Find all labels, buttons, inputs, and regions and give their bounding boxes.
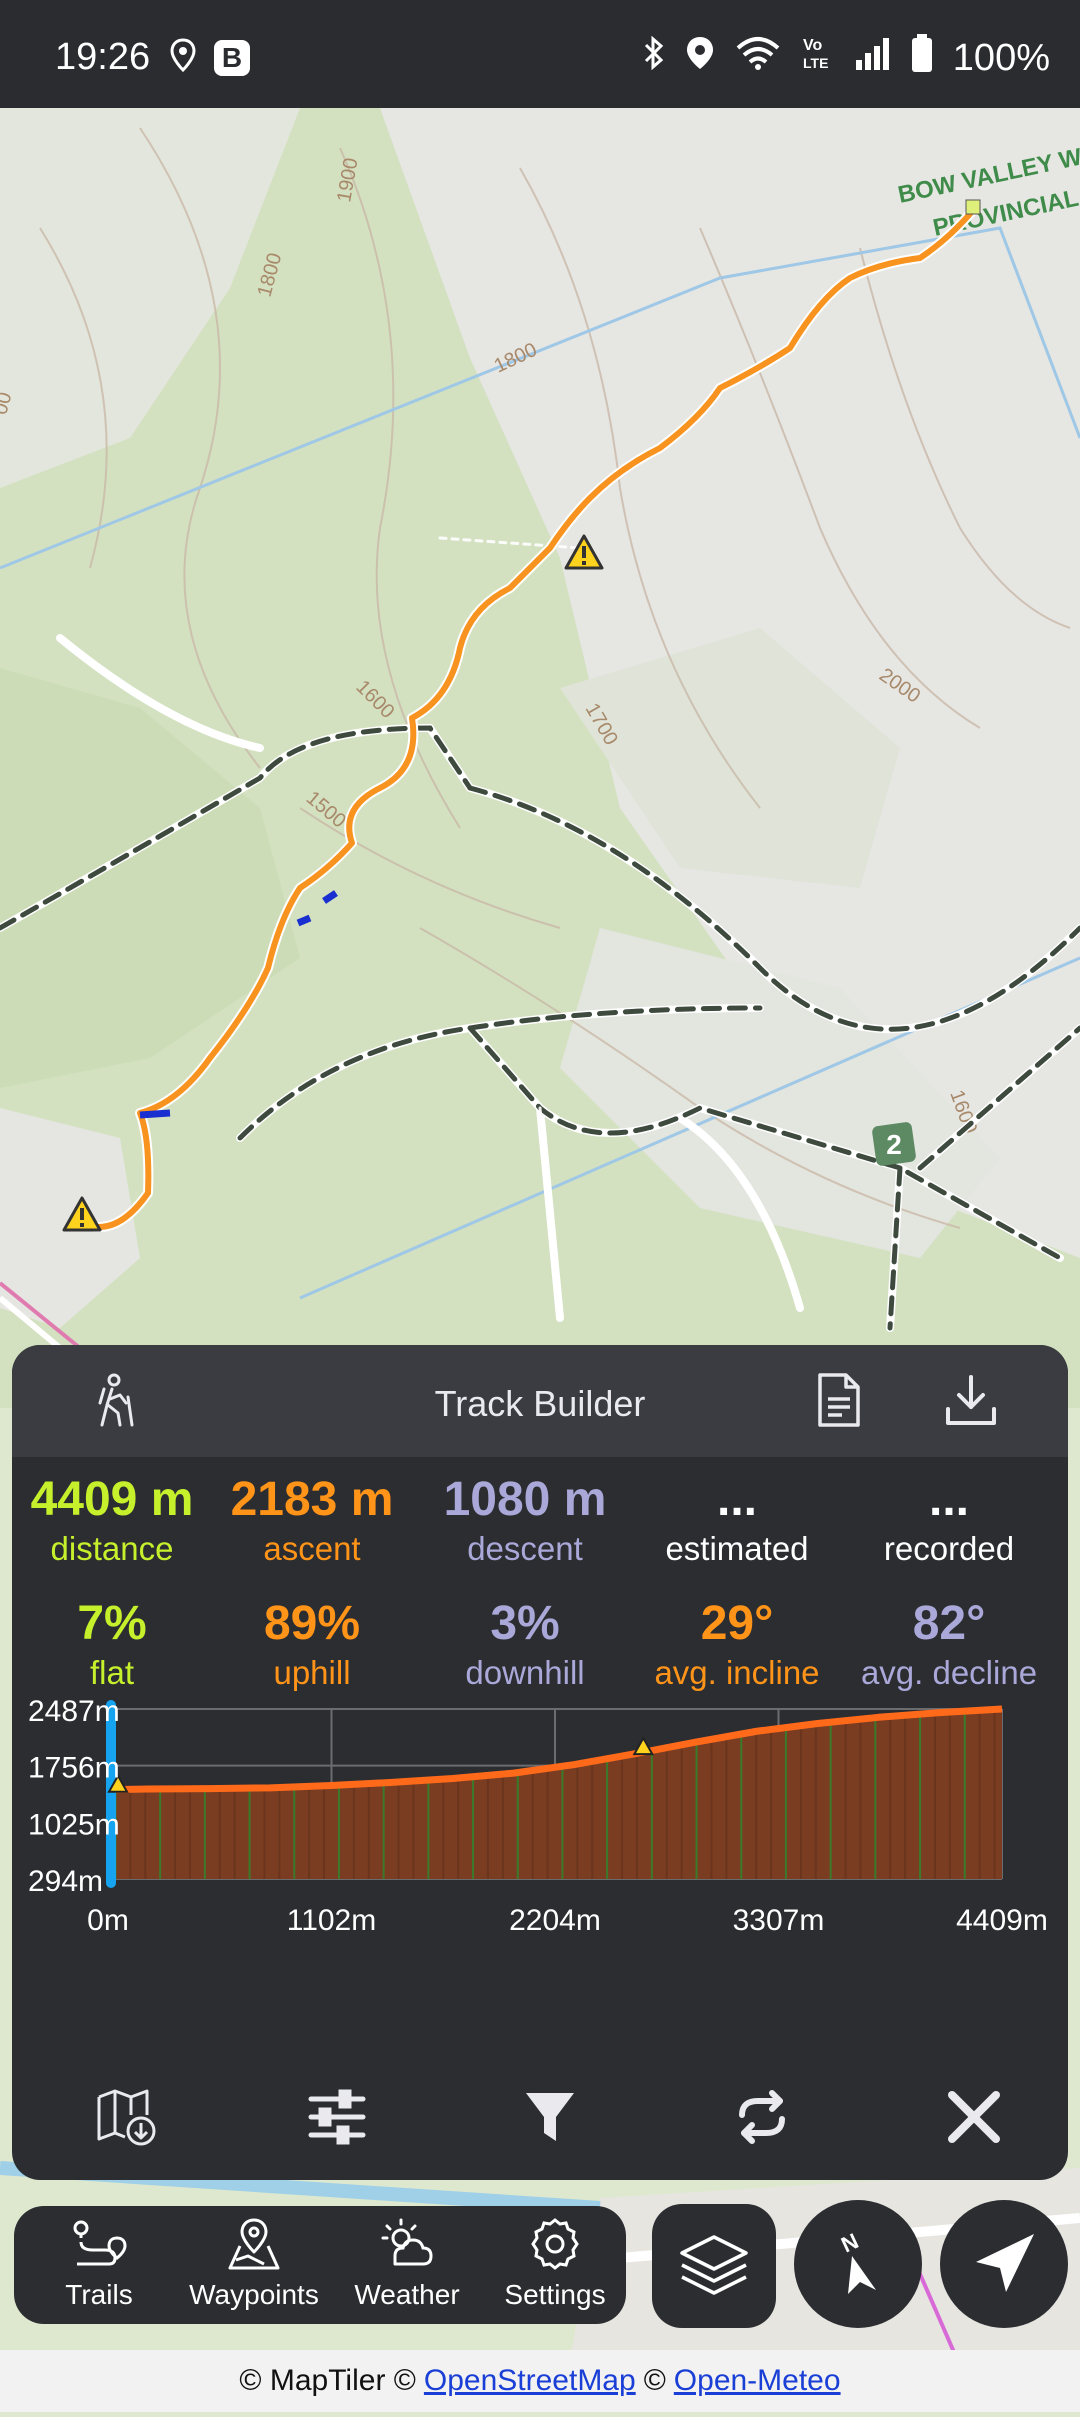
stat-avg-incline: 29° avg. incline (654, 1597, 820, 1691)
x-tick-label: 1102m (287, 1904, 377, 1937)
y-tick-label: 1025m (28, 1808, 120, 1841)
nav-trails[interactable]: Trails (24, 2216, 174, 2311)
close-icon[interactable] (929, 2072, 1019, 2162)
stat-distance: 4409 m distance (30, 1473, 194, 1567)
filter-icon[interactable] (505, 2072, 595, 2162)
bottom-nav: Trails Waypoints Weather Settings (14, 2206, 626, 2324)
nav-settings[interactable]: Settings (480, 2216, 630, 2311)
status-bar: 19:26 B Vo LTE 100% (0, 0, 1080, 108)
status-time: 19:26 (55, 36, 151, 78)
warning-icon (632, 1736, 655, 1756)
open-meteo-link[interactable]: Open-Meteo (674, 2364, 841, 2398)
b-badge-icon: B (214, 39, 250, 76)
x-tick-label: 4409m (956, 1904, 1048, 1937)
location-pin-icon (170, 38, 196, 77)
nav-trails-label: Trails (65, 2279, 133, 2310)
svg-text:2: 2 (886, 1129, 902, 1160)
nav-settings-label: Settings (504, 2279, 606, 2310)
x-tick-label: 0m (87, 1904, 129, 1937)
attribution-maptiler: © MapTiler © (239, 2364, 416, 2397)
nav-waypoints-label: Waypoints (189, 2279, 319, 2310)
battery-icon (911, 34, 933, 82)
reverse-icon[interactable] (717, 2072, 807, 2162)
location-icon (685, 35, 715, 81)
compass-icon: N (837, 2228, 876, 2294)
layers-button[interactable] (652, 2204, 776, 2328)
osm-link[interactable]: OpenStreetMap (424, 2364, 636, 2398)
nav-weather-label: Weather (354, 2279, 460, 2310)
stat-descent: 1080 m descent (443, 1473, 607, 1567)
stat-estimated: ... estimated (665, 1473, 809, 1567)
navigation-arrow-icon (976, 2234, 1034, 2292)
svg-text:LTE: LTE (803, 55, 828, 71)
wifi-icon (735, 36, 781, 80)
trail-marker[interactable]: 2 (871, 1121, 916, 1166)
panel-header: Track Builder (12, 1345, 1068, 1457)
map-pin-icon (228, 2218, 280, 2270)
panel-title: Track Builder (434, 1383, 646, 1424)
volte-icon: Vo LTE (801, 34, 835, 82)
weather-icon (381, 2218, 433, 2266)
elevation-chart[interactable]: 2487m 1756m 1025m 294m 0m 1102m 2204m 3307m 4409… (12, 1695, 1068, 2067)
layers-icon (680, 2235, 748, 2295)
signal-icon (855, 36, 891, 80)
stat-ascent: 2183 m ascent (230, 1473, 394, 1567)
track-builder-panel: Track Builder 4409 m distance 2183 m asc… (12, 1345, 1068, 2180)
stat-downhill: 3% downhill (465, 1597, 585, 1691)
my-location-button[interactable] (940, 2200, 1068, 2328)
y-tick-label: 2487m (28, 1697, 120, 1728)
track-toolbar (12, 2072, 1068, 2172)
stat-recorded: ... recorded (883, 1473, 1015, 1567)
svg-text:Vo: Vo (803, 37, 822, 54)
map-attribution: © MapTiler © OpenStreetMap © Open-Meteo (0, 2350, 1080, 2412)
y-tick-label: 294m (28, 1865, 103, 1898)
nav-waypoints[interactable]: Waypoints (179, 2216, 329, 2311)
track-end-marker[interactable] (965, 199, 981, 215)
svg-text:N: N (837, 2228, 862, 2257)
x-tick-label: 3307m (733, 1904, 825, 1937)
gear-icon (531, 2218, 579, 2270)
route-icon (73, 2220, 127, 2266)
bluetooth-icon (643, 35, 665, 80)
x-tick-label: 2204m (509, 1904, 601, 1937)
compass-button[interactable]: N (794, 2200, 922, 2328)
y-tick-label: 1756m (28, 1752, 120, 1785)
attribution-sep: © (643, 2364, 666, 2397)
nav-weather[interactable]: Weather (332, 2216, 482, 2311)
stat-flat: 7% flat (77, 1597, 147, 1691)
battery-percent: 100% (952, 36, 1050, 79)
sliders-icon[interactable] (292, 2072, 382, 2162)
stat-uphill: 89% uphill (263, 1597, 361, 1691)
stat-avg-decline: 82° avg. decline (860, 1597, 1038, 1691)
document-icon[interactable] (812, 1371, 866, 1434)
offline-map-icon[interactable] (82, 2072, 172, 2162)
download-icon[interactable] (942, 1371, 1000, 1434)
